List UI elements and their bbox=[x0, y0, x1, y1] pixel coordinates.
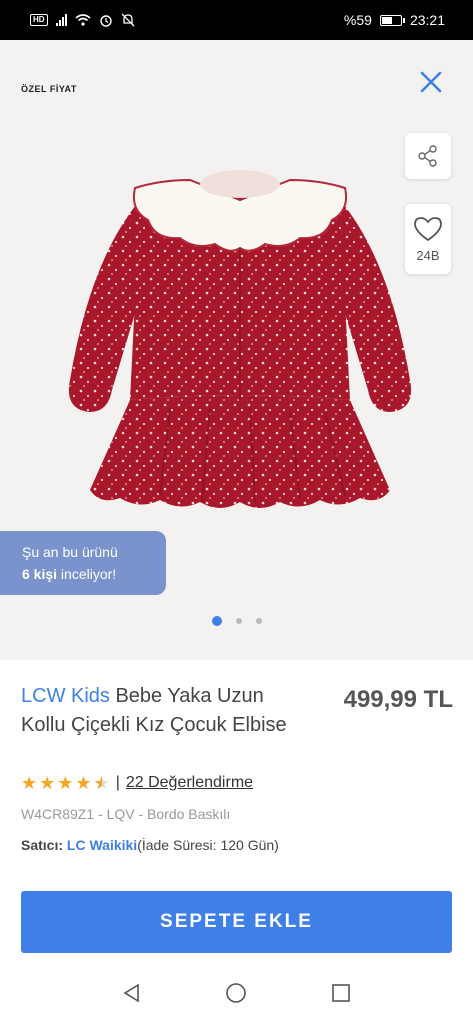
viewers-line2-rest: inceliyor! bbox=[57, 566, 117, 582]
hd-badge: HD bbox=[30, 14, 48, 26]
pagination-dot[interactable] bbox=[235, 618, 242, 624]
rating-row: ★ ★ ★ ★ ★ | 22 Değerlendirme bbox=[21, 774, 253, 792]
status-right: %59 23:21 bbox=[344, 12, 445, 28]
status-bar: HD %59 23:21 bbox=[0, 0, 473, 40]
seller-link[interactable]: LC Waikiki bbox=[67, 837, 137, 853]
status-left: HD bbox=[30, 13, 135, 27]
recents-square-icon bbox=[332, 983, 350, 1002]
heart-icon bbox=[414, 216, 442, 241]
viewers-count: 6 kişi bbox=[22, 566, 58, 582]
star-icon: ★ bbox=[21, 773, 38, 793]
home-circle-icon bbox=[226, 982, 247, 1003]
pagination-dots bbox=[0, 616, 473, 626]
viewers-line2: 6 kişi inceliyor! bbox=[22, 563, 166, 585]
rating-stars: ★ ★ ★ ★ ★ bbox=[21, 774, 110, 792]
nav-recents-button[interactable] bbox=[331, 983, 351, 1008]
viewers-badge: Şu an bu ürünü 6 kişi inceliyor! bbox=[0, 531, 166, 595]
product-title: LCW Kids Bebe Yaka Uzun Kollu Çiçekli Kı… bbox=[21, 682, 311, 740]
product-gallery[interactable]: ÖZEL FİYAT 24B Şu an bu ürünü 6 kişi inc… bbox=[0, 40, 473, 660]
product-image-dress bbox=[68, 170, 412, 508]
battery-percent: %59 bbox=[343, 12, 372, 28]
wifi-icon bbox=[75, 14, 91, 26]
nav-back-button[interactable] bbox=[122, 983, 142, 1008]
add-to-cart-button[interactable]: SEPETE EKLE bbox=[21, 891, 452, 953]
favorite-count: 24B bbox=[416, 247, 440, 263]
star-icon: ★ bbox=[57, 773, 74, 793]
special-price-label: ÖZEL FİYAT bbox=[21, 84, 77, 94]
close-button[interactable] bbox=[417, 70, 445, 98]
pagination-dot[interactable] bbox=[211, 616, 222, 626]
favorite-button[interactable]: 24B bbox=[405, 204, 451, 274]
alarm-icon bbox=[99, 15, 112, 27]
reviews-link[interactable]: 22 Değerlendirme bbox=[126, 774, 253, 792]
battery-fill bbox=[381, 16, 392, 24]
seller-info: Satıcı: LC Waikiki(İade Süresi: 120 Gün) bbox=[21, 834, 301, 874]
back-triangle-icon bbox=[123, 983, 139, 1002]
clock: 23:21 bbox=[409, 12, 445, 28]
product-sku: W4CR89Z1 - LQV - Bordo Baskılı bbox=[21, 806, 231, 822]
half-star-icon: ★ bbox=[94, 774, 110, 792]
battery-icon bbox=[379, 14, 405, 26]
rating-separator: | bbox=[115, 774, 120, 791]
viewers-line1: Şu an bu ürünü bbox=[22, 544, 118, 560]
system-nav-bar bbox=[0, 966, 473, 1024]
seller-label: Satıcı: bbox=[21, 837, 64, 853]
share-icon bbox=[418, 145, 437, 167]
brand-link[interactable]: LCW Kids bbox=[21, 685, 110, 707]
star-icon: ★ bbox=[75, 773, 92, 793]
star-icon: ★ bbox=[39, 773, 56, 793]
share-button[interactable] bbox=[405, 133, 451, 179]
mute-icon bbox=[121, 13, 135, 27]
return-info: (İade Süresi: 120 Gün) bbox=[137, 837, 279, 853]
product-price: 499,99 TL bbox=[343, 686, 453, 713]
pagination-dot[interactable] bbox=[255, 618, 262, 624]
signal-icon bbox=[55, 14, 67, 26]
nav-home-button[interactable] bbox=[225, 982, 247, 1009]
close-icon bbox=[420, 71, 442, 93]
